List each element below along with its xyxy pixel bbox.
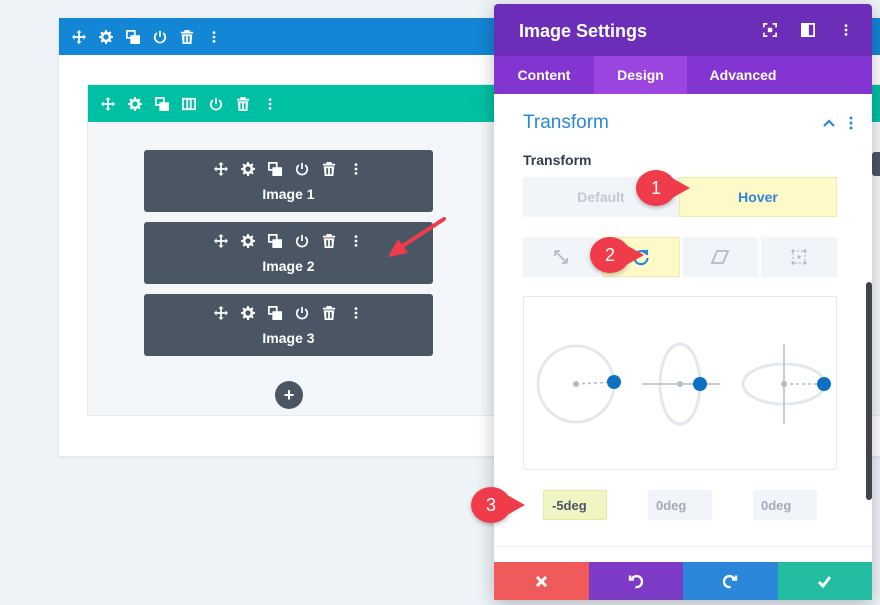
fullscreen-icon[interactable]	[762, 22, 778, 38]
more-icon[interactable]	[348, 233, 364, 249]
module-toolbar	[144, 161, 433, 177]
undo-button[interactable]	[588, 562, 683, 600]
subtab-skew[interactable]	[682, 237, 759, 277]
more-icon[interactable]	[262, 96, 278, 112]
rotate-x-handle[interactable]	[536, 344, 621, 424]
duplicate-icon[interactable]	[154, 96, 170, 112]
discard-button[interactable]	[494, 562, 589, 600]
rotate-x-input[interactable]	[543, 490, 607, 520]
redo-icon	[722, 574, 737, 588]
panel-header-actions	[762, 22, 854, 38]
image-settings-panel: Image Settings Content Design Advanced T…	[494, 4, 872, 600]
divider	[494, 546, 872, 547]
trash-icon[interactable]	[321, 161, 337, 177]
trash-icon[interactable]	[235, 96, 251, 112]
power-icon[interactable]	[294, 161, 310, 177]
more-icon[interactable]	[206, 29, 222, 45]
trash-icon[interactable]	[179, 29, 195, 45]
save-button[interactable]	[777, 562, 872, 600]
move-icon[interactable]	[213, 161, 229, 177]
trash-icon[interactable]	[321, 233, 337, 249]
tab-content[interactable]: Content	[494, 56, 594, 94]
rotate-y-input[interactable]	[648, 490, 712, 520]
trash-icon[interactable]	[321, 305, 337, 321]
gear-icon[interactable]	[127, 96, 143, 112]
gear-icon[interactable]	[98, 29, 114, 45]
duplicate-icon[interactable]	[267, 233, 283, 249]
gear-icon[interactable]	[240, 233, 256, 249]
tab-design[interactable]: Design	[594, 56, 687, 94]
annotation-badge-3: 3	[471, 487, 525, 523]
panel-header: Image Settings	[494, 4, 872, 56]
more-icon[interactable]	[348, 161, 364, 177]
move-icon[interactable]	[213, 233, 229, 249]
duplicate-icon[interactable]	[267, 305, 283, 321]
gear-icon[interactable]	[240, 161, 256, 177]
split-view-icon[interactable]	[800, 22, 816, 38]
annotation-badge-1: 1	[636, 170, 690, 206]
mode-hover[interactable]: Hover	[679, 177, 837, 217]
duplicate-icon[interactable]	[267, 161, 283, 177]
duplicate-icon[interactable]	[125, 29, 141, 45]
chevron-up-icon[interactable]	[822, 116, 836, 130]
panel-tabs: Content Design Advanced	[494, 56, 872, 94]
skew-icon	[711, 250, 730, 264]
rotate-z-handle[interactable]	[741, 344, 831, 424]
move-icon[interactable]	[71, 29, 87, 45]
power-icon[interactable]	[152, 29, 168, 45]
check-icon	[818, 575, 832, 588]
power-icon[interactable]	[294, 305, 310, 321]
annotation-badge-2: 2	[590, 237, 644, 273]
scale-icon	[553, 250, 568, 264]
panel-scrollbar[interactable]	[866, 282, 872, 500]
move-icon[interactable]	[100, 96, 116, 112]
rotate-z-input[interactable]	[753, 490, 817, 520]
undo-icon	[629, 574, 644, 588]
rotate-y-handle[interactable]	[642, 342, 720, 426]
module-toolbar	[144, 305, 433, 321]
panel-title: Image Settings	[519, 21, 648, 41]
columns-icon[interactable]	[181, 96, 197, 112]
origin-icon	[791, 249, 807, 265]
rotate-preview	[523, 296, 837, 470]
group-title[interactable]: Transform	[523, 112, 609, 134]
rotate-inputs	[523, 490, 837, 520]
image-module-3[interactable]: Image 3	[144, 294, 433, 356]
redo-button[interactable]	[683, 562, 778, 600]
side-tab-handle[interactable]	[872, 152, 880, 176]
more-icon[interactable]	[348, 305, 364, 321]
pointer-arrow-icon	[388, 217, 446, 257]
subtab-scale[interactable]	[523, 237, 599, 277]
image-module-1[interactable]: Image 1	[144, 150, 433, 212]
transform-subtabs	[523, 237, 837, 277]
power-icon[interactable]	[208, 96, 224, 112]
power-icon[interactable]	[294, 233, 310, 249]
module-label: Image 3	[262, 330, 315, 346]
move-icon[interactable]	[213, 305, 229, 321]
panel-footer	[494, 562, 872, 600]
close-icon	[535, 575, 547, 587]
subtab-origin[interactable]	[761, 237, 837, 277]
tab-advanced[interactable]: Advanced	[687, 56, 799, 94]
field-label-transform: Transform	[523, 152, 592, 168]
more-icon[interactable]	[846, 116, 856, 130]
gear-icon[interactable]	[240, 305, 256, 321]
add-module-button[interactable]: +	[275, 381, 303, 409]
more-icon[interactable]	[838, 22, 854, 38]
module-label: Image 1	[262, 186, 315, 202]
